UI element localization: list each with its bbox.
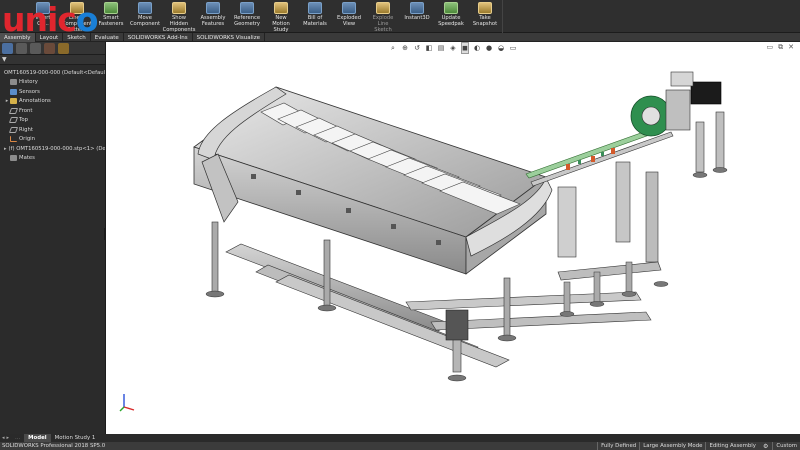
tree-node-icon [10, 98, 17, 105]
show-hidden-button[interactable]: Show Hidden Components [162, 0, 196, 33]
tree-item-label: Mates [19, 155, 35, 162]
snapshot-button[interactable]: Take Snapshot [468, 0, 502, 27]
explode-line-button[interactable]: Explode Line Sketch [366, 0, 400, 33]
bom-button[interactable]: Bill of Materials [298, 0, 332, 27]
ribbon-button-label: Bill of Materials [303, 15, 327, 27]
ribbon-button-label: Instant3D [404, 15, 430, 21]
tree-item-label: Right [19, 126, 33, 133]
tree-node-icon [10, 79, 17, 86]
ribbon-button-label: Update Speedpak [438, 15, 464, 27]
tree-filter[interactable]: ▼ [0, 55, 105, 65]
tree-node-icon [10, 88, 17, 95]
snapshot-icon [478, 2, 492, 14]
status-item: Fully Defined [597, 442, 639, 450]
model-tab[interactable]: ... [11, 434, 24, 442]
tree-item-label: Annotations [19, 98, 51, 105]
speedpak-button[interactable]: Update Speedpak [434, 0, 468, 27]
tree-node-icon [8, 117, 19, 124]
status-app-name: SOLIDWORKS Professional 2018 SP5.0 [2, 443, 106, 449]
display-manager-tab-icon[interactable] [58, 42, 69, 54]
feature-manager-tab-icon[interactable] [2, 42, 13, 54]
dimxpert-tab-icon[interactable] [44, 42, 55, 54]
instant3d-icon [410, 2, 424, 14]
ribbon-button-label: Assembly Features [200, 15, 226, 27]
filter-icon: ▼ [2, 56, 7, 63]
model-tabs: ◂ ▸ ... Model Motion Study 1 [0, 434, 800, 442]
exploded-view-button[interactable]: Exploded View [332, 0, 366, 27]
units-selector[interactable]: Custom [772, 442, 800, 450]
assembly-features-button[interactable]: Assembly Features [196, 0, 230, 27]
tab-scroll-right-icon[interactable]: ▸ [7, 435, 10, 441]
graphics-area[interactable]: ⌕ ⊕ ↺ ◧ ▤ ◈ ◼ ◐ ● ◒ ▭ ▭ ⧉ ✕ [106, 42, 800, 434]
command-manager-ribbon: Insert Co... Linear Component Pattern Smar… [0, 0, 800, 33]
ribbon-button-label: Smart Fasteners [98, 15, 124, 27]
tree-item-label: OMT160519-000-000 (Default<Default_D [4, 69, 105, 76]
tree-item[interactable]: Right [0, 125, 105, 135]
model-tab[interactable]: Model [24, 434, 51, 442]
command-manager-tabs: Assembly Layout Sketch Evaluate SOLIDWORKS A… [0, 33, 800, 42]
smart-fasteners-button[interactable]: Smart Fasteners [94, 0, 128, 27]
reference-geometry-button[interactable]: Reference Geometry [230, 0, 264, 27]
tree-item[interactable]: History [0, 78, 105, 88]
tab-solidworks-visualize[interactable]: SOLIDWORKS Visualize [193, 33, 265, 42]
feature-manager-panel: ▼ OMT160519-000-000 (Default<Default_D Hi… [0, 42, 106, 434]
tree-node-icon [8, 126, 19, 133]
status-item: Large Assembly Mode [639, 442, 705, 450]
tab-solidworks-add-ins[interactable]: SOLIDWORKS Add-Ins [124, 33, 193, 42]
exploded-view-icon [342, 2, 356, 14]
logo-text-o: o [75, 0, 99, 39]
tree-node-icon [8, 107, 19, 114]
tree-node-icon [10, 155, 17, 162]
tree-item[interactable]: Sensors [0, 87, 105, 97]
ribbon-button-label: Explode Line Sketch [372, 15, 394, 33]
ribbon-button-label: New Motion Study [272, 15, 290, 33]
tree-item-label: Front [19, 107, 33, 114]
reference-geometry-icon [240, 2, 254, 14]
feature-tree: OMT160519-000-000 (Default<Default_D Hist… [0, 65, 105, 163]
rebuild-icon[interactable]: ⚙ [759, 443, 772, 450]
assembly-features-icon [206, 2, 220, 14]
ribbon-button-label: Show Hidden Components [162, 15, 196, 33]
tree-node-icon [10, 136, 17, 143]
tree-item-label: History [19, 79, 38, 86]
panel-tabs [0, 42, 105, 55]
tree-item-label: Origin [19, 136, 36, 143]
status-item: Editing Assembly [705, 442, 758, 450]
conveyor-assembly-model[interactable] [106, 42, 800, 434]
status-bar: SOLIDWORKS Professional 2018 SP5.0 Fully… [0, 442, 800, 450]
coordinate-triad-icon [119, 394, 135, 412]
tree-item[interactable]: Top [0, 116, 105, 126]
unica-logo: unico [0, 0, 99, 40]
ribbon-button-label: Reference Geometry [233, 15, 261, 27]
expand-arrow-icon[interactable]: ▸ [4, 146, 7, 152]
logo-text: unic [2, 0, 77, 39]
solidworks-window: unico Insert Co... Linear Component Patte… [0, 0, 800, 450]
configuration-manager-tab-icon[interactable] [30, 42, 41, 54]
tree-item-label: Sensors [19, 88, 40, 95]
tree-item[interactable]: Origin [0, 135, 105, 145]
instant3d-button[interactable]: Instant3D [400, 0, 434, 21]
bom-icon [308, 2, 322, 14]
explode-line-icon [376, 2, 390, 14]
tree-item[interactable]: ▸ (f) OMT160519-000-000.stp<1> (Def [0, 144, 105, 154]
move-component-icon [138, 2, 152, 14]
model-tab[interactable]: Motion Study 1 [51, 434, 100, 442]
motion-study-icon [274, 2, 288, 14]
tree-item[interactable]: Front [0, 106, 105, 116]
ribbon-button-label: Take Snapshot [472, 15, 498, 27]
move-component-button[interactable]: Move Component [128, 0, 162, 27]
tree-item[interactable]: ▸ Annotations [0, 97, 105, 107]
speedpak-icon [444, 2, 458, 14]
tab-scroll-left-icon[interactable]: ◂ [2, 435, 5, 441]
tree-item-label: Top [19, 117, 28, 124]
motion-study-button[interactable]: New Motion Study [264, 0, 298, 33]
ribbon-button-label: Move Component [129, 15, 161, 27]
smart-fasteners-icon [104, 2, 118, 14]
show-hidden-icon [172, 2, 186, 14]
ribbon-button-label: Exploded View [336, 15, 362, 27]
tree-item[interactable]: OMT160519-000-000 (Default<Default_D [0, 68, 105, 78]
tree-item[interactable]: Mates [0, 154, 105, 164]
property-manager-tab-icon[interactable] [16, 42, 27, 54]
tree-item-label: (f) OMT160519-000-000.stp<1> (Def [8, 145, 105, 152]
